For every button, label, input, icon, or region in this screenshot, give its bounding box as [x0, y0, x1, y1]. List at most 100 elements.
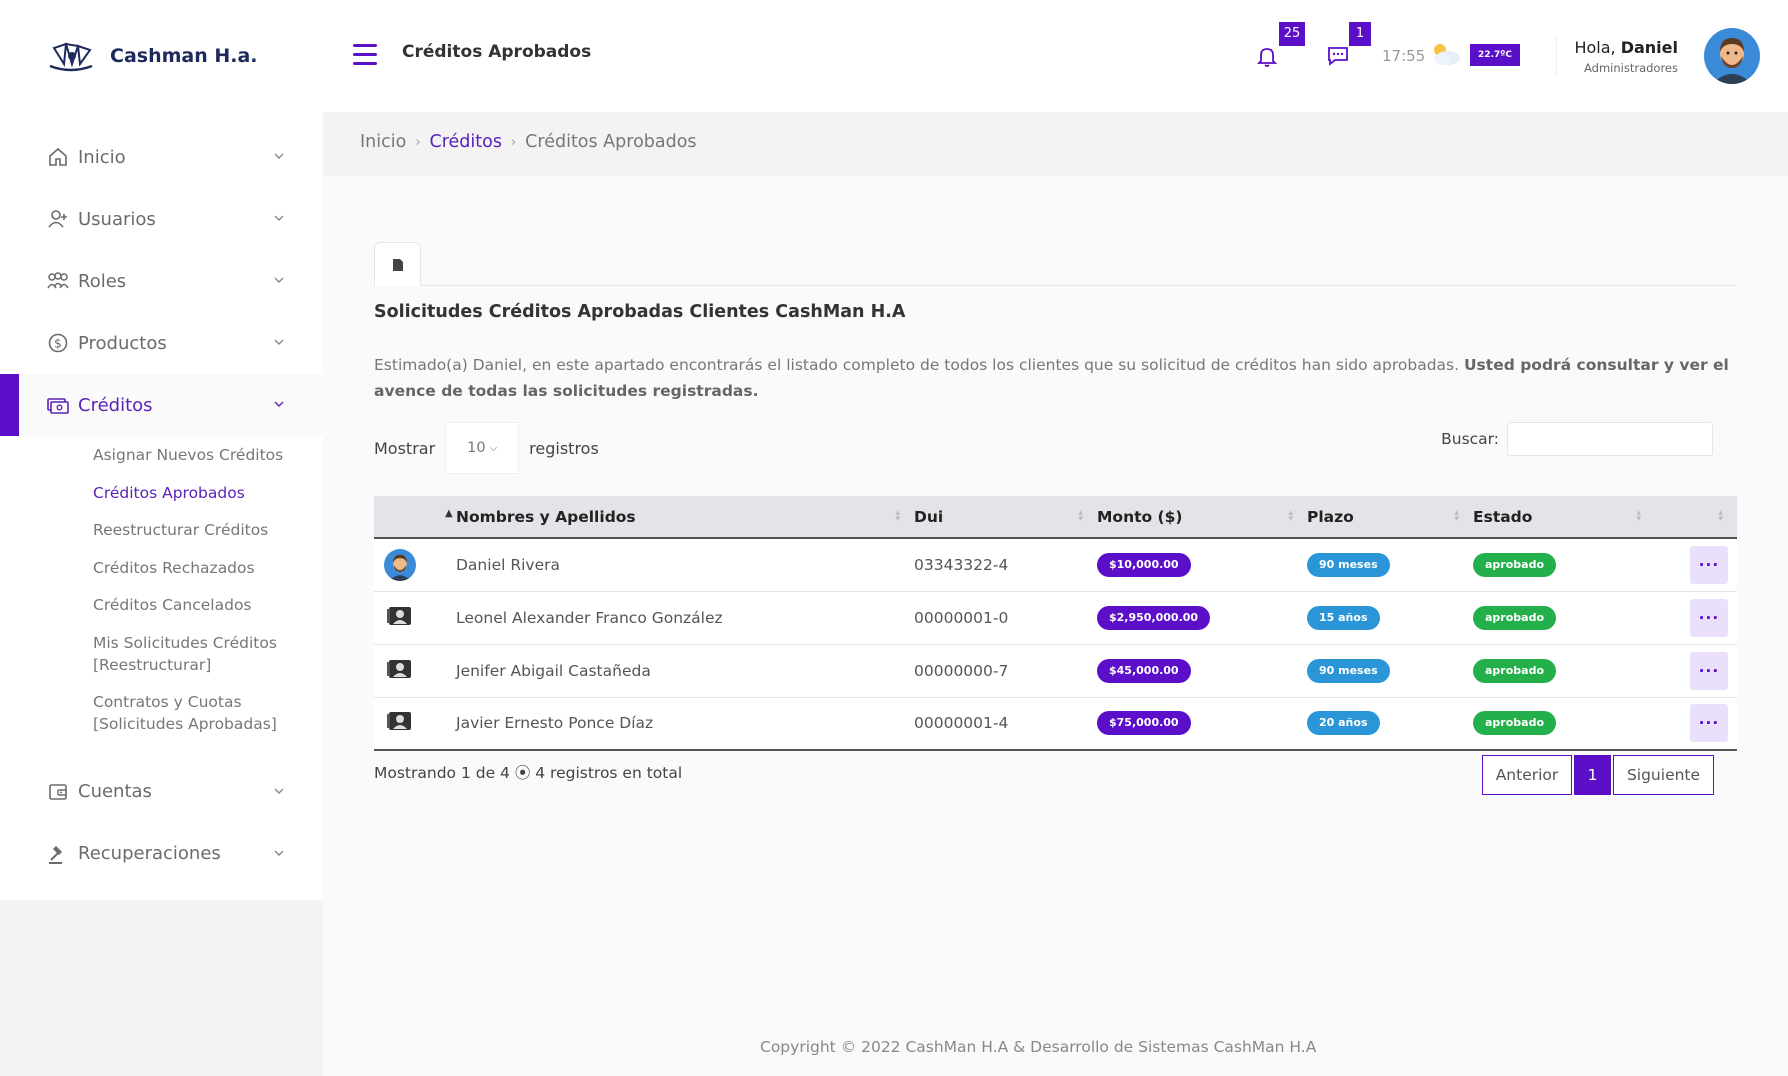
user-greeting[interactable]: Hola, Daniel Administradores: [1574, 38, 1678, 75]
cell-dui: 00000000-7: [914, 661, 1009, 680]
table-row: Daniel Rivera 03343322-4 $10,000.00 90 m…: [374, 538, 1737, 591]
section-title: Solicitudes Créditos Aprobadas Clientes …: [374, 302, 906, 322]
sidebar-item-cuentas[interactable]: Cuentas: [0, 761, 323, 823]
user-photo-placeholder-icon: [387, 712, 411, 731]
sidebar-item-creditos[interactable]: Créditos: [0, 374, 323, 436]
chevron-down-icon: [274, 401, 284, 407]
pagination: Anterior 1 Siguiente: [1482, 755, 1714, 795]
user-photo-placeholder-icon: [387, 659, 411, 678]
submenu-creditos-rechazados[interactable]: Créditos Rechazados: [93, 557, 323, 579]
breadcrumb-separator-icon: ›: [510, 134, 517, 150]
sort-icon: ▴ ▾: [895, 508, 900, 524]
greeting-text: Hola,: [1574, 38, 1616, 57]
sidebar-item-label: Roles: [78, 270, 127, 292]
cashman-logo-icon: [49, 42, 93, 72]
col-actions[interactable]: ▴ ▾: [1655, 496, 1737, 538]
col-name-label: Nombres y Apellidos: [456, 507, 636, 526]
plazo-badge: 90 meses: [1307, 658, 1390, 683]
dollar-circle-icon: $: [46, 331, 70, 355]
chevron-down-icon: [274, 850, 284, 856]
sidebar-item-recuperaciones[interactable]: Recuperaciones: [0, 823, 323, 885]
chevron-down-icon: [274, 788, 284, 794]
avatar: [384, 548, 416, 581]
sidebar-item-usuarios[interactable]: Usuarios: [0, 188, 323, 250]
monto-badge: $45,000.00: [1097, 658, 1191, 683]
submenu-contratos-cuotas[interactable]: Contratos y Cuotas [Solicitudes Aprobada…: [93, 691, 293, 735]
sidebar-nav: Inicio Usuarios Roles $ Productos Crédit…: [0, 126, 323, 885]
sidebar-item-inicio[interactable]: Inicio: [0, 126, 323, 188]
more-options-button[interactable]: ···: [1690, 704, 1728, 743]
page-size-select[interactable]: 10 ⌵: [445, 422, 520, 474]
breadcrumb-parent[interactable]: Créditos: [430, 132, 502, 152]
table-row: Leonel Alexander Franco González 0000000…: [374, 591, 1737, 644]
submenu-mis-solicitudes[interactable]: Mis Solicitudes Créditos [Reestructurar]: [93, 632, 293, 676]
wallet-icon: [46, 780, 70, 804]
chevron-down-icon: [274, 215, 284, 221]
col-name[interactable]: Nombres y Apellidos ▴ ▾: [456, 496, 914, 538]
bell-icon[interactable]: [1255, 44, 1279, 68]
table-search: Buscar:: [1441, 422, 1713, 456]
submenu-creditos-cancelados[interactable]: Créditos Cancelados: [93, 594, 323, 616]
table-info: Mostrando 1 de 4 ⦿ 4 registros en total: [374, 764, 683, 782]
cell-dui: 00000001-0: [914, 608, 1009, 627]
more-options-button[interactable]: ···: [1690, 545, 1728, 584]
chevron-down-icon: [274, 153, 284, 159]
breadcrumb-separator-icon: ›: [415, 134, 421, 150]
cell-name: Jenifer Abigail Castañeda: [456, 661, 651, 680]
col-dui[interactable]: Dui ▴ ▾: [914, 496, 1097, 538]
creditos-submenu: Asignar Nuevos Créditos Créditos Aprobad…: [0, 436, 323, 761]
chat-icon[interactable]: [1327, 44, 1349, 68]
table-row: Javier Ernesto Ponce Díaz 00000001-4 $75…: [374, 697, 1737, 750]
submenu-asignar-nuevos-creditos[interactable]: Asignar Nuevos Créditos: [93, 444, 323, 466]
brand[interactable]: Cashman H.a.: [46, 38, 258, 74]
page-1-button[interactable]: 1: [1574, 755, 1611, 795]
plazo-badge: 90 meses: [1307, 552, 1390, 577]
hamburger-menu-icon[interactable]: [353, 44, 377, 66]
next-page-button[interactable]: Siguiente: [1613, 755, 1714, 795]
submenu-creditos-aprobados[interactable]: Créditos Aprobados: [93, 482, 323, 504]
more-options-button[interactable]: ···: [1690, 651, 1728, 690]
user-photo-placeholder-icon: [387, 606, 411, 625]
tab-document[interactable]: [374, 242, 421, 286]
submenu-reestructurar-creditos[interactable]: Reestructurar Créditos: [93, 519, 323, 541]
sidebar-item-label: Cuentas: [78, 781, 152, 802]
status-badge: aprobado: [1473, 605, 1557, 630]
show-label: Mostrar: [374, 438, 436, 458]
table-row: Jenifer Abigail Castañeda 00000000-7 $45…: [374, 644, 1737, 697]
user-plus-icon: [46, 207, 70, 231]
tabs-bar: [374, 242, 1736, 286]
search-input[interactable]: [1507, 422, 1713, 456]
sidebar-item-label: Recuperaciones: [78, 843, 221, 864]
sort-icon: ▴ ▾: [1636, 508, 1641, 524]
cell-name: Javier Ernesto Ponce Díaz: [456, 714, 654, 733]
document-icon: [392, 258, 403, 271]
col-estado[interactable]: Estado ▴ ▾: [1473, 496, 1655, 538]
monto-badge: $2,950,000.00: [1097, 605, 1211, 630]
chevron-down-icon: [274, 277, 284, 283]
col-photo[interactable]: ▲: [374, 496, 456, 538]
sort-icon: ▴ ▾: [1718, 508, 1723, 524]
sidebar-item-label: Inicio: [78, 146, 126, 168]
col-plazo[interactable]: Plazo ▴ ▾: [1307, 496, 1473, 538]
prev-page-button[interactable]: Anterior: [1482, 755, 1572, 795]
sidebar-item-productos[interactable]: $ Productos: [0, 312, 323, 374]
temperature-badge: 22.7ºC: [1470, 44, 1520, 66]
col-monto-label: Monto ($): [1097, 507, 1183, 526]
chevron-down-icon: ⌵: [489, 442, 498, 454]
sidebar-item-label: Usuarios: [78, 208, 156, 230]
sort-icon: ▴ ▾: [1288, 508, 1293, 524]
partly-cloudy-icon: [1434, 44, 1460, 65]
breadcrumb-home[interactable]: Inicio: [360, 132, 406, 152]
cell-name: Leonel Alexander Franco González: [456, 608, 723, 627]
status-badge: aprobado: [1473, 711, 1557, 736]
page-length-control: Mostrar 10 ⌵ registros: [374, 422, 599, 474]
sort-asc-icon: ▲: [445, 508, 453, 519]
avatar[interactable]: [1704, 28, 1760, 84]
notifications-badge: 25: [1279, 22, 1305, 46]
col-monto[interactable]: Monto ($) ▴ ▾: [1097, 496, 1307, 538]
more-options-button[interactable]: ···: [1690, 598, 1728, 637]
user-name: Daniel: [1620, 38, 1678, 57]
cell-dui: 00000001-4: [914, 714, 1009, 733]
sidebar-item-roles[interactable]: Roles: [0, 250, 323, 312]
sort-icon: ▴ ▾: [1454, 508, 1459, 524]
